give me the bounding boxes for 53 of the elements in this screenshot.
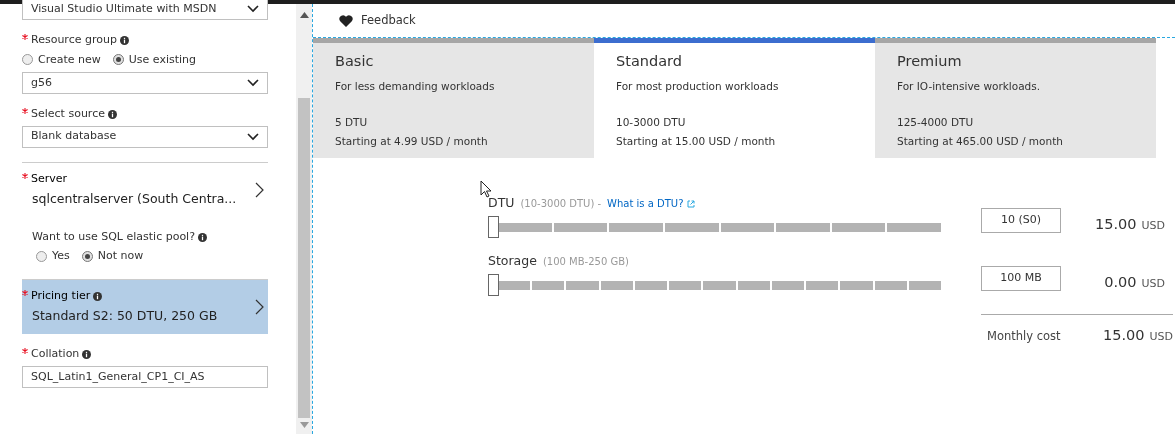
external-link-icon bbox=[686, 200, 695, 208]
info-icon[interactable] bbox=[93, 291, 103, 301]
radio-option[interactable]: Not now bbox=[81, 248, 144, 265]
total-label: Monthly cost bbox=[986, 328, 1062, 345]
input-field[interactable]: SQL_Latin1_General_CP1_CI_AS bbox=[22, 365, 268, 388]
value-field[interactable]: 10 (S0) bbox=[981, 208, 1061, 233]
chevron-down-icon bbox=[247, 132, 259, 141]
heart-icon[interactable] bbox=[339, 14, 353, 27]
dropdown[interactable]: Blank database bbox=[22, 125, 268, 148]
field-label: Resource group bbox=[31, 32, 117, 48]
tier-tab[interactable]: Basic For less demanding workloads 5 DTU Starting at 4.99 USD / month bbox=[313, 38, 594, 158]
dropdown[interactable]: Visual Studio Ultimate with MSDN bbox=[22, 0, 268, 20]
slider-thumb[interactable] bbox=[488, 216, 499, 238]
value-field[interactable]: 100 MB bbox=[981, 266, 1061, 291]
chevron-right-icon bbox=[255, 181, 264, 198]
dropdown[interactable]: g56 bbox=[22, 72, 268, 94]
chevron-down-icon bbox=[247, 5, 259, 13]
radio-icon[interactable] bbox=[112, 54, 124, 66]
currency-label: USD bbox=[1149, 329, 1173, 345]
slider-track[interactable] bbox=[488, 216, 941, 238]
tier-tab[interactable]: Premium For IO-intensive workloads. 125-4000 DTU Starting at 465.00 USD / month bbox=[875, 38, 1156, 158]
cost-amount: 15.00 bbox=[1102, 326, 1145, 345]
radio-icon[interactable] bbox=[22, 54, 33, 66]
slider-label: DTU bbox=[488, 194, 515, 212]
info-icon[interactable] bbox=[119, 35, 129, 45]
field-label: Select source bbox=[31, 106, 105, 122]
info-icon[interactable] bbox=[107, 109, 117, 119]
currency-label: USD bbox=[1141, 276, 1165, 292]
cost-amount: 0.00 bbox=[1104, 273, 1137, 292]
cost-amount: 15.00 bbox=[1094, 215, 1137, 234]
mouse-pointer-icon bbox=[480, 180, 492, 198]
radio-icon[interactable] bbox=[81, 251, 93, 262]
field-label: Collation bbox=[31, 346, 80, 362]
slider-thumb[interactable] bbox=[488, 274, 499, 296]
feedback-link[interactable]: Feedback bbox=[361, 11, 416, 30]
radio-option[interactable]: Create new bbox=[22, 51, 101, 68]
help-link[interactable]: What is a DTU? bbox=[607, 196, 695, 211]
info-icon[interactable] bbox=[198, 232, 207, 242]
radio-option[interactable]: Yes bbox=[36, 248, 70, 265]
slider-track[interactable] bbox=[488, 274, 941, 296]
info-icon[interactable] bbox=[82, 349, 92, 359]
scroll-up-icon[interactable] bbox=[299, 12, 309, 18]
slider-label: Storage bbox=[488, 252, 537, 270]
chevron-right-icon bbox=[255, 298, 264, 315]
blade-item[interactable]: Pricing tier Standard S2: 50 DTU, 250 GB bbox=[22, 278, 268, 334]
currency-label: USD bbox=[1141, 218, 1165, 234]
chevron-down-icon bbox=[247, 79, 259, 87]
scrollbar[interactable] bbox=[296, 4, 312, 434]
radio-option[interactable]: Use existing bbox=[112, 51, 197, 68]
radio-icon[interactable] bbox=[36, 251, 47, 262]
range-hint: (100 MB-250 GB) bbox=[542, 255, 629, 269]
field-label: Want to use SQL elastic pool? bbox=[32, 228, 195, 245]
range-hint: (10-3000 DTU) - bbox=[520, 197, 602, 211]
